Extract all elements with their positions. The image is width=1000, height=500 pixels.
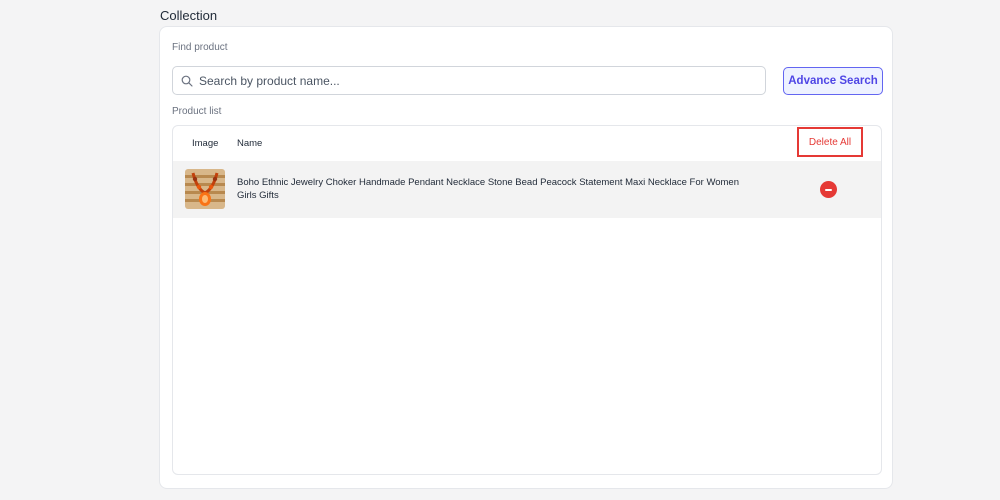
search-input[interactable] — [199, 73, 739, 88]
collection-card: Find product Advance Search Product list… — [159, 26, 893, 489]
column-header-image: Image — [192, 138, 219, 149]
page-title: Collection — [160, 8, 218, 23]
search-box[interactable] — [172, 66, 766, 95]
product-name: Boho Ethnic Jewelry Choker Handmade Pend… — [237, 177, 739, 201]
minus-circle-icon[interactable] — [820, 181, 837, 198]
necklace-thumbnail — [185, 169, 225, 209]
table-row: Boho Ethnic Jewelry Choker Handmade Pend… — [173, 161, 881, 218]
search-icon — [181, 75, 193, 87]
advance-search-button[interactable]: Advance Search — [783, 67, 883, 95]
find-product-label: Find product — [172, 42, 228, 53]
column-header-name: Name — [237, 138, 263, 149]
product-list-label: Product list — [172, 106, 222, 117]
product-list-panel: Image Name Delete All Boho Ethnic Jewelr… — [172, 125, 882, 475]
delete-all-button[interactable]: Delete All — [797, 127, 863, 157]
remove-bar — [825, 188, 832, 191]
list-header: Image Name Delete All — [173, 126, 881, 161]
